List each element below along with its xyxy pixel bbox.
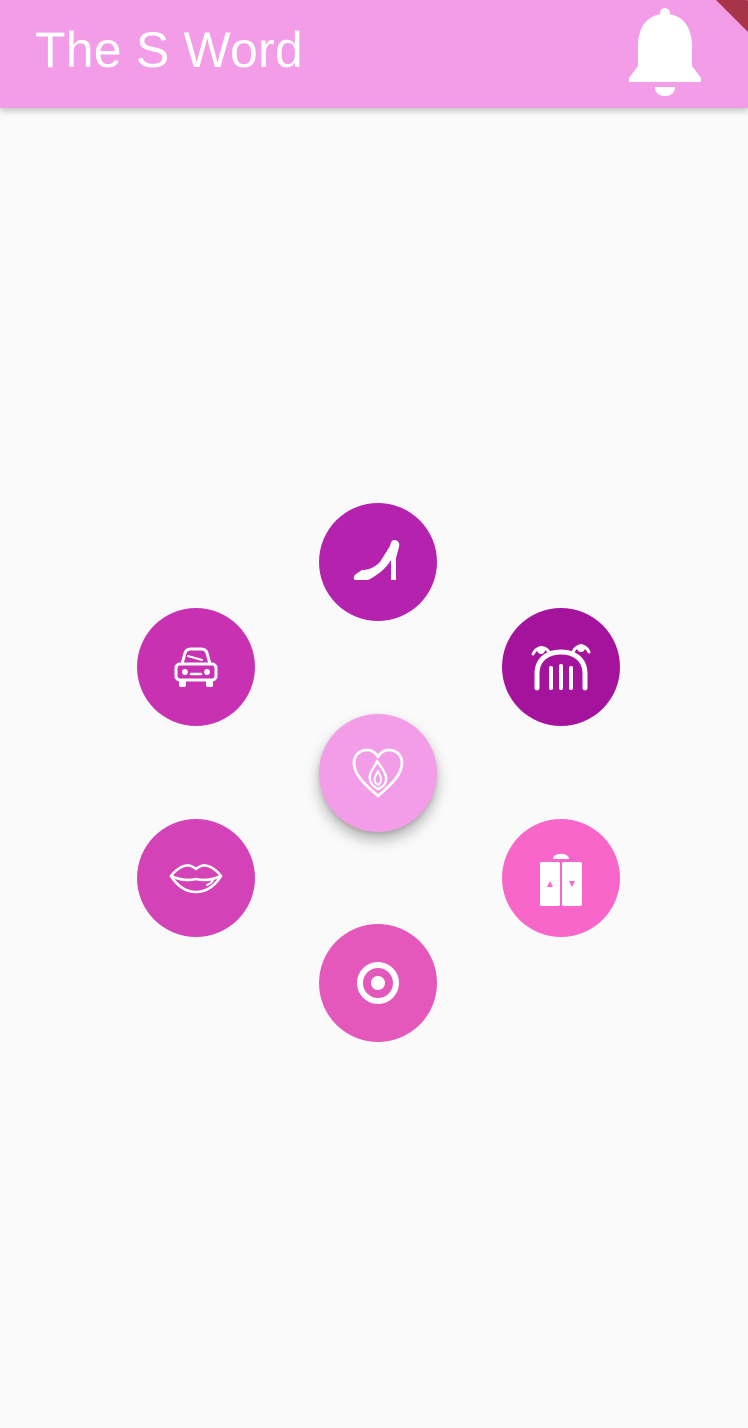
car-button[interactable]: [137, 608, 255, 726]
app-title: The S Word: [35, 22, 303, 78]
lips-button[interactable]: [137, 819, 255, 937]
canopy-bed-icon: [531, 644, 591, 691]
high-heel-button[interactable]: [319, 503, 437, 621]
elevator-button[interactable]: [502, 819, 620, 937]
heart-flame-button[interactable]: [319, 714, 437, 832]
heart-flame-icon: [352, 748, 404, 798]
target-icon: [357, 962, 399, 1004]
app-bar: The S Word: [0, 0, 748, 108]
bell-icon[interactable]: [624, 4, 706, 100]
lips-icon: [169, 864, 223, 894]
target-button[interactable]: [319, 924, 437, 1042]
car-icon: [174, 647, 218, 687]
canopy-bed-button[interactable]: [502, 608, 620, 726]
high-heel-icon: [353, 540, 400, 580]
debug-banner: [708, 0, 748, 40]
elevator-icon: [540, 853, 582, 906]
